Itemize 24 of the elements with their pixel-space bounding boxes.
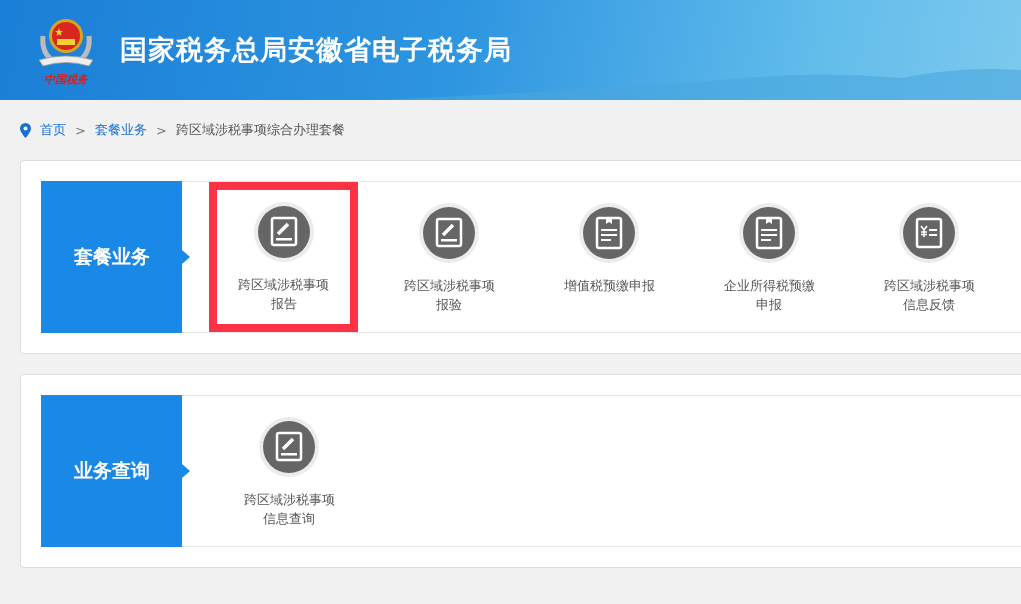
location-pin-icon [20, 122, 31, 138]
pointer-arrow-icon [182, 464, 190, 478]
breadcrumb-separator: > [75, 122, 86, 138]
service-item[interactable]: 企业所得税预缴申报 [689, 182, 849, 332]
logo-text: 中国税务 [44, 71, 88, 87]
edit-icon [258, 416, 320, 478]
invoice-icon [898, 202, 960, 264]
edit-icon [418, 202, 480, 264]
edit-icon [252, 201, 315, 263]
breadcrumb-link[interactable]: 首页 [40, 121, 66, 139]
pointer-arrow-icon [182, 250, 190, 264]
site-title: 国家税务总局安徽省电子税务局 [120, 33, 512, 67]
service-item[interactable]: 跨区域涉税事项报告 [209, 182, 358, 332]
breadcrumb-current: 跨区域涉税事项综合办理套餐 [175, 121, 345, 139]
breadcrumb-separator: > [155, 122, 167, 138]
section-title: 套餐业务 [41, 181, 182, 333]
service-item[interactable]: 跨区域涉税事项信息反馈 [849, 182, 1009, 332]
service-item[interactable]: 增值税预缴申报 [529, 182, 689, 332]
document-icon [578, 202, 640, 264]
section-title: 业务查询 [41, 395, 182, 547]
service-item[interactable]: 跨区域涉税事项报验 [369, 182, 529, 332]
breadcrumb-link[interactable]: 套餐业务 [94, 121, 147, 139]
service-item[interactable]: 跨区域涉税事项信息查询 [209, 396, 369, 546]
document-icon [738, 202, 800, 264]
